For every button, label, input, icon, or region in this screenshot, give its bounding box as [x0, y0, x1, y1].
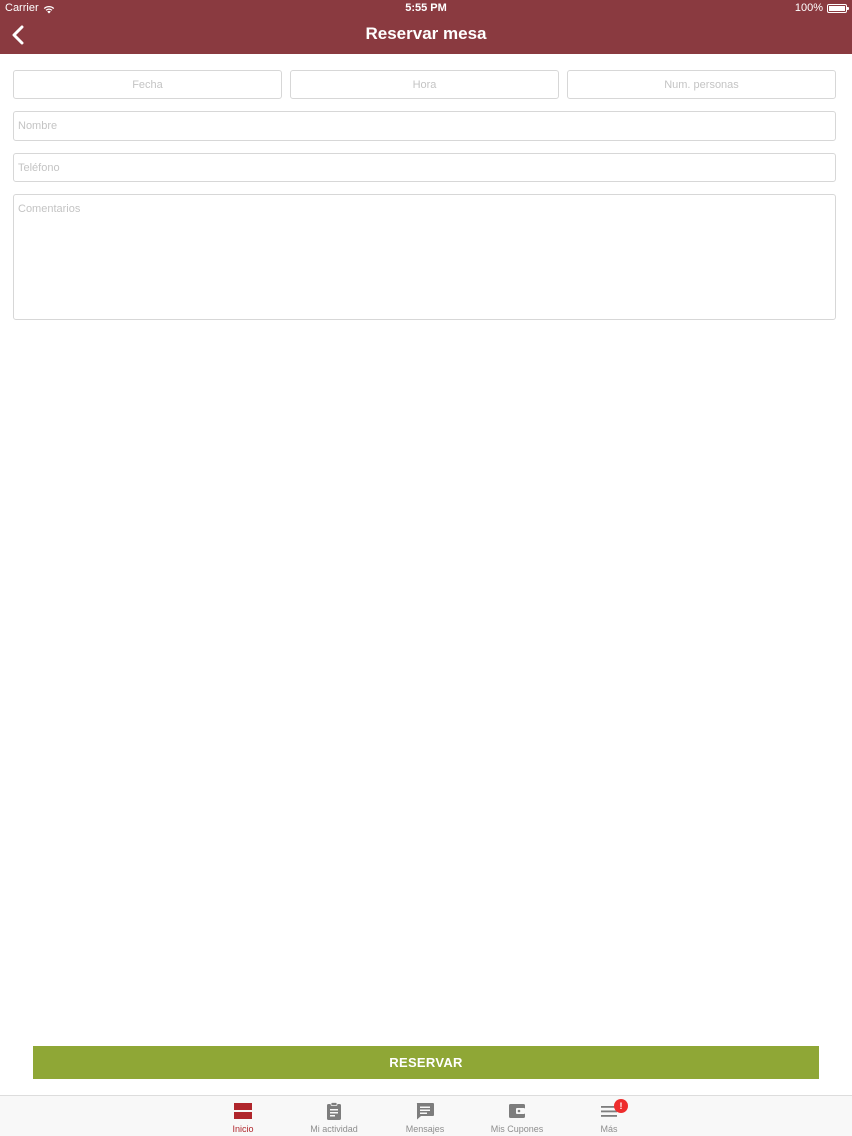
- date-field[interactable]: [13, 70, 282, 99]
- tab-label: Mis Cupones: [490, 1124, 544, 1134]
- battery-percent: 100%: [794, 2, 823, 14]
- battery-info: 100%: [794, 0, 849, 17]
- top-bar: Carrier 5:55 PM 100% Reservar mesa: [0, 0, 852, 54]
- tab-bar: Inicio Mi actividad Mensajes Mis Cupones…: [0, 1095, 852, 1136]
- page-title: Reservar mesa: [365, 24, 487, 43]
- navigation-bar: Reservar mesa: [0, 17, 852, 54]
- tab-mi-actividad[interactable]: Mi actividad: [294, 1096, 374, 1136]
- battery-fill: [829, 6, 845, 11]
- tab-inicio[interactable]: Inicio: [203, 1096, 283, 1136]
- people-count-field[interactable]: [567, 70, 836, 99]
- notification-badge: !: [614, 1099, 628, 1113]
- tab-mis-cupones[interactable]: Mis Cupones: [477, 1096, 557, 1136]
- home-icon: [234, 1103, 252, 1119]
- time-field[interactable]: [290, 70, 559, 99]
- status-time: 5:55 PM: [405, 2, 447, 14]
- name-field[interactable]: [13, 111, 836, 141]
- comments-field[interactable]: [13, 194, 836, 320]
- tab-label: Mi actividad: [310, 1124, 358, 1134]
- phone-field[interactable]: [13, 153, 836, 182]
- tab-label: Mensajes: [405, 1124, 445, 1134]
- status-bar: Carrier 5:55 PM 100%: [0, 0, 852, 17]
- tab-mensajes[interactable]: Mensajes: [385, 1096, 465, 1136]
- battery-icon: [827, 4, 849, 13]
- tab-label: Más: [600, 1124, 618, 1134]
- wallet-icon: [509, 1104, 525, 1118]
- reservation-screen: Carrier 5:55 PM 100% Reservar mesa Fecha…: [0, 0, 852, 1136]
- tab-label: Inicio: [232, 1124, 254, 1134]
- reserve-button[interactable]: RESERVAR: [33, 1046, 819, 1079]
- tab-mas[interactable]: ! Más: [569, 1096, 649, 1136]
- message-icon: [416, 1103, 434, 1120]
- clipboard-icon: [327, 1102, 341, 1120]
